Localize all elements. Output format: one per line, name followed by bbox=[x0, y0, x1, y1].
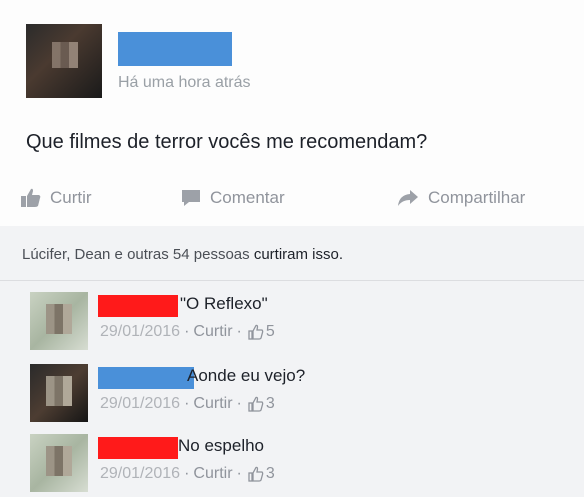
comment-button[interactable]: Comentar bbox=[180, 188, 285, 208]
thumbs-up-icon bbox=[248, 466, 264, 482]
author-avatar[interactable] bbox=[26, 24, 102, 98]
comment-like-count[interactable]: 5 bbox=[266, 323, 275, 341]
share-label: Compartilhar bbox=[428, 188, 526, 207]
facebook-post: Há uma hora atrás Que filmes de terror v… bbox=[0, 0, 584, 497]
separator: · bbox=[184, 465, 190, 482]
thumbs-up-icon bbox=[21, 188, 41, 207]
share-button[interactable]: Compartilhar bbox=[396, 188, 525, 208]
separator: · bbox=[236, 323, 242, 340]
comment-meta: 29/01/2016 · Curtir · 3 bbox=[100, 395, 275, 413]
comment-text: "O Reflexo" bbox=[180, 294, 268, 313]
pixelated-face bbox=[46, 446, 72, 476]
comment-label: Comentar bbox=[210, 188, 285, 207]
separator: · bbox=[236, 395, 242, 412]
comment-like-link[interactable]: Curtir bbox=[193, 395, 232, 413]
post-timestamp[interactable]: Há uma hora atrás bbox=[118, 74, 251, 92]
comment-like-count[interactable]: 3 bbox=[266, 395, 275, 413]
post-text: Que filmes de terror vocês me recomendam… bbox=[26, 131, 428, 153]
comment-text: Aonde eu vejo? bbox=[187, 366, 306, 385]
separator: · bbox=[184, 395, 190, 412]
comment-bubble-icon bbox=[182, 190, 200, 206]
comment-meta: 29/01/2016 · Curtir · 5 bbox=[100, 323, 275, 341]
commenter-name-redacted bbox=[98, 295, 178, 317]
comments-section: Lúcifer, Dean e outras 54 pessoas curtir… bbox=[0, 226, 584, 497]
likes-summary[interactable]: Lúcifer, Dean e outras 54 pessoas curtir… bbox=[22, 246, 343, 263]
separator: · bbox=[236, 465, 242, 482]
comment-date[interactable]: 29/01/2016 bbox=[100, 395, 180, 413]
share-arrow-icon bbox=[398, 190, 418, 206]
comment-meta: 29/01/2016 · Curtir · 3 bbox=[100, 465, 275, 483]
like-label: Curtir bbox=[50, 188, 92, 207]
commenter-avatar[interactable] bbox=[30, 434, 88, 492]
comment-item: "O Reflexo" 29/01/2016 · Curtir · 5 bbox=[30, 292, 570, 358]
likes-suffix: curtiram isso. bbox=[253, 246, 344, 263]
likes-names[interactable]: Lúcifer, Dean e outras 54 pessoas bbox=[22, 246, 250, 263]
commenter-name-redacted bbox=[98, 367, 194, 389]
comment-like-link[interactable]: Curtir bbox=[193, 323, 232, 341]
comment-item: No espelho 29/01/2016 · Curtir · 3 bbox=[30, 434, 570, 500]
comment-date[interactable]: 29/01/2016 bbox=[100, 323, 180, 341]
commenter-name-redacted bbox=[98, 437, 178, 459]
commenter-avatar[interactable] bbox=[30, 364, 88, 422]
separator: · bbox=[184, 323, 190, 340]
pixelated-face bbox=[46, 376, 72, 406]
comment-date[interactable]: 29/01/2016 bbox=[100, 465, 180, 483]
pixelated-face bbox=[52, 42, 78, 68]
post-actions: Curtir Comentar Compartilhar bbox=[0, 178, 584, 224]
pixelated-face bbox=[46, 304, 72, 334]
commenter-avatar[interactable] bbox=[30, 292, 88, 350]
thumbs-up-icon bbox=[248, 324, 264, 340]
comment-text: No espelho bbox=[178, 436, 265, 455]
divider bbox=[0, 280, 584, 281]
thumbs-up-icon bbox=[248, 396, 264, 412]
author-name-redacted bbox=[118, 32, 232, 66]
comment-like-count[interactable]: 3 bbox=[266, 465, 275, 483]
comment-like-link[interactable]: Curtir bbox=[193, 465, 232, 483]
comment-item: Aonde eu vejo? 29/01/2016 · Curtir · 3 bbox=[30, 364, 570, 430]
like-button[interactable]: Curtir bbox=[20, 188, 92, 208]
